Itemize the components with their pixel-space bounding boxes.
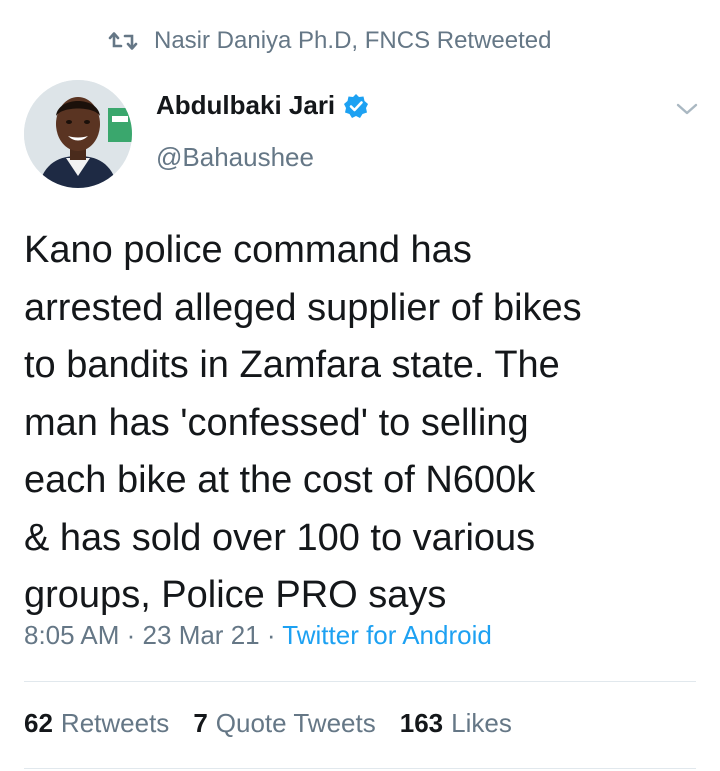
quote-tweets-count: 7 (193, 708, 208, 738)
quote-tweets-label: Quote Tweets (215, 708, 376, 738)
tweet-date: 23 Mar 21 (142, 620, 260, 650)
tweet-meta: 8:05 AM · 23 Mar 21 · Twitter for Androi… (24, 620, 492, 651)
retweets-count: 62 (24, 708, 53, 738)
author-name-row[interactable]: Abdulbaki Jari (156, 90, 369, 121)
likes-label: Likes (451, 708, 512, 738)
divider (24, 768, 696, 769)
verified-badge-icon (343, 93, 369, 119)
tweet-time: 8:05 AM (24, 620, 120, 650)
retweet-context[interactable]: Nasir Daniya Ph.D, FNCS Retweeted (108, 26, 551, 56)
retweets-stat[interactable]: 62 Retweets (24, 708, 169, 739)
tweet-text: Kano police command has arrested alleged… (24, 229, 582, 616)
retweets-label: Retweets (60, 708, 170, 738)
author-name: Abdulbaki Jari (156, 90, 336, 120)
author-handle[interactable]: @Bahaushee (156, 142, 314, 173)
divider (24, 681, 696, 682)
quote-tweets-stat[interactable]: 7 Quote Tweets (193, 708, 375, 739)
retweet-context-text: Nasir Daniya Ph.D, FNCS Retweeted (154, 27, 552, 54)
likes-stat[interactable]: 163 Likes (400, 708, 512, 739)
retweet-icon (108, 30, 138, 52)
chevron-down-icon[interactable] (674, 98, 700, 120)
avatar[interactable] (24, 80, 132, 188)
meta-separator: · (266, 620, 276, 650)
tweet-source-link[interactable]: Twitter for Android (282, 620, 492, 650)
tweet-stats: 62 Retweets 7 Quote Tweets 163 Likes (24, 708, 536, 739)
meta-separator: · (126, 620, 136, 650)
likes-count: 163 (399, 708, 444, 738)
